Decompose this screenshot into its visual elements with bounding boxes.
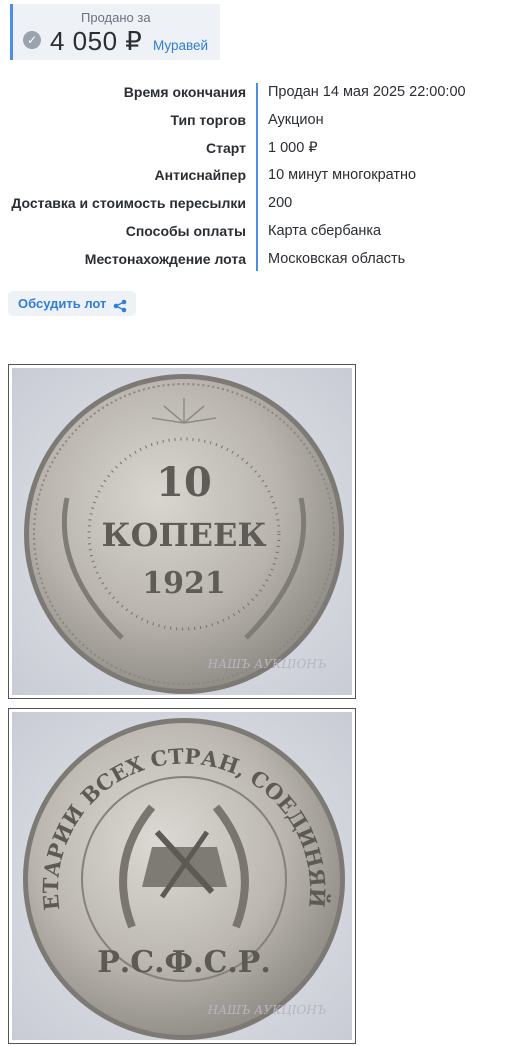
detail-row: Способы оплаты Карта сбербанка — [0, 219, 532, 247]
detail-key: Тип торгов — [170, 111, 246, 128]
detail-value: Карта сбербанка — [268, 222, 382, 239]
detail-key: Старт — [206, 139, 246, 156]
share-icon — [113, 296, 127, 321]
coin-word: КОПЕЕК — [101, 516, 266, 554]
check-circle-icon: ✓ — [23, 31, 41, 49]
detail-row: Местонахождение лота Московская область — [0, 247, 532, 275]
detail-row: Тип торгов Аукцион — [0, 108, 532, 136]
sold-amount: 4 050 ₽ — [50, 26, 143, 56]
detail-row: Доставка и стоимость пересылки 200 — [0, 191, 532, 219]
detail-value: 1 000 ₽ — [268, 139, 318, 156]
detail-value: Аукцион — [268, 111, 324, 128]
detail-key: Время окончания — [123, 84, 246, 100]
sold-price-panel: Продано за ✓ 4 050 ₽ Муравей — [10, 4, 220, 60]
discuss-label: Обсудить лот — [18, 296, 107, 311]
discuss-lot-button[interactable]: Обсудить лот — [8, 291, 136, 316]
detail-value: Продан 14 мая 2025 22:00:00 — [268, 84, 466, 100]
coin-country: Р.С.Ф.С.Р. — [97, 945, 271, 980]
detail-key: Антиснайпер — [154, 167, 246, 184]
coin-photo-obverse[interactable]: 10 КОПЕЕК 1921 НАШЪ АУКЦIОНЪ — [8, 364, 356, 699]
detail-key: Способы оплаты — [125, 222, 246, 239]
detail-row: Старт 1 000 ₽ — [0, 136, 532, 164]
detail-key: Местонахождение лота — [84, 250, 246, 267]
detail-value: 10 минут многократно — [268, 167, 417, 184]
coin-photo-reverse[interactable]: ПРОЛЕТАРИИ ВСЕХ СТРАН, СОЕДИНЯЙТЕСЬ! Р.С… — [8, 708, 356, 1044]
detail-value: 200 — [268, 195, 293, 212]
detail-row: Время окончания Продан 14 мая 2025 22:00… — [0, 80, 532, 108]
coin-denomination: 10 — [156, 459, 212, 506]
coin-year: 1921 — [142, 566, 226, 601]
detail-row: Антиснайпер 10 минут многократно — [0, 163, 532, 191]
lot-details: Время окончания Продан 14 мая 2025 22:00… — [0, 80, 532, 275]
sold-label: Продано за — [81, 10, 151, 25]
photo-watermark: НАШЪ АУКЦIОНЪ — [207, 1003, 327, 1017]
detail-key: Доставка и стоимость пересылки — [11, 195, 246, 212]
buyer-link[interactable]: Муравей — [153, 38, 208, 53]
photo-watermark: НАШЪ АУКЦIОНЪ — [207, 657, 327, 671]
detail-value: Московская область — [268, 250, 406, 267]
